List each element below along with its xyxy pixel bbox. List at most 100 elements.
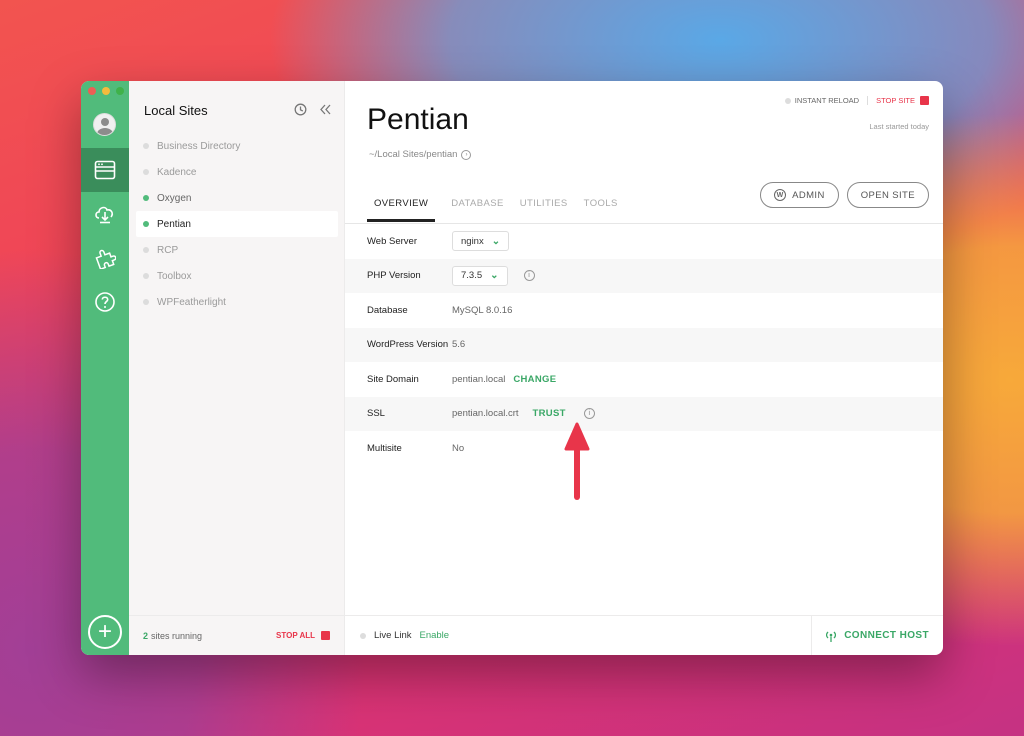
left-rail: + bbox=[81, 81, 129, 655]
site-list-item[interactable]: Oxygen bbox=[136, 185, 338, 211]
add-ons-nav[interactable] bbox=[81, 236, 129, 280]
zoom-window-button[interactable] bbox=[116, 87, 124, 95]
open-site-button[interactable]: OPEN SITE bbox=[846, 182, 929, 208]
plus-icon: + bbox=[97, 618, 112, 645]
site-list-item-label: Kadence bbox=[157, 166, 197, 178]
stop-all-label: STOP ALL bbox=[276, 631, 315, 640]
web-server-select[interactable]: nginx ⌄ bbox=[452, 231, 510, 252]
sites-running-label: sites running bbox=[151, 630, 203, 641]
help-icon bbox=[95, 292, 115, 312]
clock-icon[interactable] bbox=[294, 103, 307, 116]
site-detail: INSTANT RELOAD STOP SITE Last started to… bbox=[345, 81, 943, 655]
avatar[interactable] bbox=[93, 113, 116, 136]
site-list-item[interactable]: WPFeatherlight bbox=[136, 289, 338, 315]
row-label: Multisite bbox=[367, 442, 402, 454]
minimize-window-button[interactable] bbox=[102, 87, 110, 95]
site-list-item-label: WPFeatherlight bbox=[157, 296, 226, 308]
window-controls bbox=[88, 87, 124, 95]
broadcast-icon bbox=[826, 631, 837, 642]
add-site-button[interactable]: + bbox=[88, 615, 122, 649]
table-row: PHP Version 7.3.5 ⌄ i bbox=[345, 258, 943, 293]
wordpress-icon: W bbox=[774, 189, 787, 201]
info-icon[interactable]: i bbox=[523, 270, 535, 282]
site-footer: Live Link Enable CONNECT HOST bbox=[345, 615, 943, 655]
site-controls: INSTANT RELOAD STOP SITE bbox=[784, 96, 929, 105]
chevron-down-icon: ⌄ bbox=[490, 270, 499, 282]
instant-reload-label: INSTANT RELOAD bbox=[794, 96, 860, 105]
row-label: Database bbox=[367, 304, 408, 316]
site-list-item[interactable]: Toolbox bbox=[136, 263, 338, 289]
status-dot-icon bbox=[143, 273, 149, 279]
local-sites-nav[interactable] bbox=[81, 148, 129, 192]
status-dot-icon bbox=[143, 221, 149, 227]
status-dot-icon bbox=[143, 143, 149, 149]
site-list-item[interactable]: Pentian bbox=[136, 211, 338, 237]
status-dot-icon bbox=[143, 247, 149, 253]
overview-table: Web Server nginx ⌄ PHP Version 7.3.5 ⌄ i bbox=[345, 224, 943, 466]
tab-utilities[interactable]: UTILITIES bbox=[520, 193, 568, 222]
connect-host-button[interactable]: CONNECT HOST bbox=[811, 616, 943, 655]
sites-panel: Local Sites Business Directory Kadence Oxy… bbox=[129, 81, 345, 655]
site-tabs: OVERVIEW DATABASE UTILITIES TOOLS bbox=[367, 193, 618, 222]
site-list: Business Directory Kadence Oxygen Pentian RC… bbox=[136, 133, 338, 315]
close-window-button[interactable] bbox=[88, 87, 96, 95]
puzzle-icon bbox=[95, 249, 116, 269]
status-dot-icon bbox=[360, 632, 366, 639]
page-title: Pentian bbox=[367, 103, 469, 136]
live-link-label: Live Link bbox=[374, 630, 412, 641]
site-list-item-label: RCP bbox=[157, 244, 179, 256]
row-label: SSL bbox=[367, 408, 385, 420]
site-list-item-label: Business Directory bbox=[157, 140, 241, 152]
stop-all-button[interactable]: STOP ALL bbox=[276, 631, 330, 640]
admin-button[interactable]: W ADMIN bbox=[760, 182, 839, 208]
site-list-item[interactable]: Kadence bbox=[136, 159, 338, 185]
stop-icon bbox=[920, 96, 929, 105]
tab-overview[interactable]: OVERVIEW bbox=[367, 193, 436, 222]
row-label: Web Server bbox=[367, 235, 417, 247]
table-row: Database MySQL 8.0.16 bbox=[345, 293, 943, 328]
reveal-folder-icon[interactable]: › bbox=[461, 149, 472, 160]
tab-tools[interactable]: TOOLS bbox=[584, 193, 618, 222]
database-value: MySQL 8.0.16 bbox=[452, 304, 513, 316]
table-row: WordPress Version 5.6 bbox=[345, 327, 943, 362]
sites-running-count: 2 bbox=[143, 630, 149, 641]
info-icon[interactable]: i bbox=[583, 408, 595, 420]
change-domain-button[interactable]: CHANGE bbox=[513, 374, 556, 385]
site-path[interactable]: ~/Local Sites/pentian › bbox=[369, 149, 472, 160]
cloud-backups-nav[interactable] bbox=[81, 192, 129, 236]
instant-reload-toggle[interactable]: INSTANT RELOAD bbox=[784, 96, 860, 105]
enable-live-link-button[interactable]: Enable bbox=[420, 630, 450, 641]
table-row: Web Server nginx ⌄ bbox=[345, 224, 943, 259]
live-link: Live Link Enable bbox=[345, 630, 449, 641]
sites-panel-tools bbox=[294, 103, 332, 116]
site-domain-value: pentian.local bbox=[452, 373, 506, 385]
php-version-value: 7.3.5 bbox=[461, 270, 483, 282]
status-dot-icon bbox=[143, 169, 149, 175]
site-list-item[interactable]: RCP bbox=[136, 237, 338, 263]
status-dot-icon bbox=[784, 97, 791, 104]
cloud-icon bbox=[95, 206, 114, 224]
table-row: SSL pentian.local.crt TRUST i bbox=[345, 396, 943, 431]
table-row: Multisite No bbox=[345, 431, 943, 466]
help-nav[interactable] bbox=[81, 280, 129, 324]
stop-site-label: STOP SITE bbox=[876, 96, 915, 105]
status-dot-icon bbox=[143, 299, 149, 305]
site-actions: W ADMIN OPEN SITE bbox=[760, 182, 929, 208]
sites-icon bbox=[94, 160, 116, 180]
local-app-window: + Local Sites Business Directory Kadence O… bbox=[81, 81, 943, 655]
sites-footer: 2 sites running STOP ALL bbox=[129, 615, 344, 655]
site-list-item-label: Oxygen bbox=[157, 192, 192, 204]
open-site-button-label: OPEN SITE bbox=[860, 189, 915, 201]
row-label: WordPress Version bbox=[367, 339, 449, 351]
admin-button-label: ADMIN bbox=[792, 189, 825, 201]
status-dot-icon bbox=[143, 195, 149, 201]
php-version-select[interactable]: 7.3.5 ⌄ bbox=[452, 265, 508, 286]
tab-database[interactable]: DATABASE bbox=[451, 193, 503, 222]
collapse-sidebar-icon[interactable] bbox=[319, 103, 332, 116]
trust-ssl-button[interactable]: TRUST bbox=[533, 408, 566, 419]
site-list-item[interactable]: Business Directory bbox=[136, 133, 338, 159]
site-path-text: ~/Local Sites/pentian bbox=[369, 149, 458, 160]
stop-site-button[interactable]: STOP SITE bbox=[867, 96, 929, 105]
row-label: PHP Version bbox=[367, 270, 421, 282]
wordpress-version-value: 5.6 bbox=[452, 339, 466, 351]
